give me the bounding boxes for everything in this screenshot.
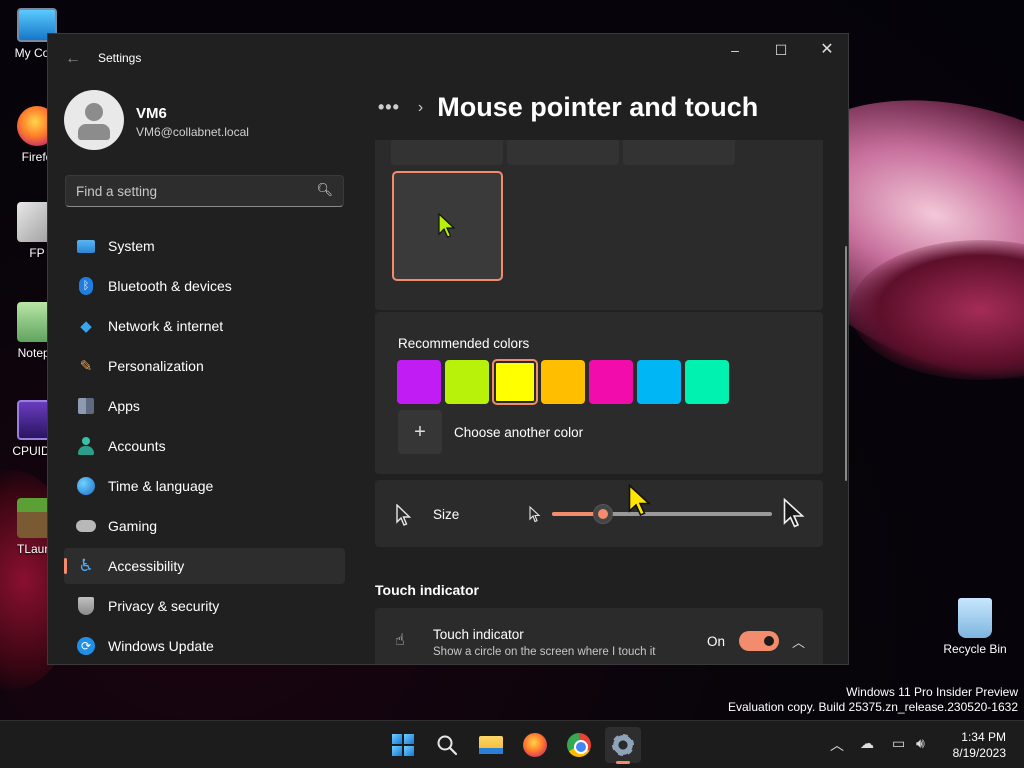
onedrive-cloud-icon[interactable]: ☁︎ (860, 735, 874, 752)
small-pointer-icon (529, 506, 541, 523)
profile-email: VM6@collabnet.local (136, 125, 249, 139)
sidebar-item-gaming[interactable]: Gaming (64, 508, 345, 544)
network-tray-icon[interactable]: ▭ (892, 735, 905, 752)
pointer-style-tile-inverted[interactable] (623, 140, 735, 165)
taskbar-firefox[interactable] (517, 727, 553, 763)
sidebar-item-system[interactable]: System (64, 228, 345, 264)
sidebar-item-time-language[interactable]: Time & language (64, 468, 345, 504)
size-slider[interactable] (552, 504, 772, 524)
color-swatch[interactable] (541, 360, 585, 404)
pointer-style-tile-black[interactable] (507, 140, 619, 165)
sidebar-item-apps[interactable]: Apps (64, 388, 345, 424)
minimize-button[interactable]: – (712, 34, 758, 66)
slider-thumb[interactable] (592, 504, 613, 524)
start-icon (392, 734, 414, 756)
brush-icon: ✎ (79, 358, 93, 375)
sidebar-item-accounts[interactable]: Accounts (64, 428, 345, 464)
breadcrumb: ••• › Mouse pointer and touch (378, 92, 758, 123)
show-hidden-icons-chevron-icon[interactable]: ︿ (830, 735, 844, 755)
settings-window: ← Settings – ☐ ✕ VM6 VM6@collabnet.local… (47, 33, 849, 665)
color-swatch[interactable] (492, 359, 538, 405)
search-icon (437, 735, 458, 756)
plus-icon: + (398, 410, 442, 454)
volume-icon[interactable]: 🔊︎ (916, 735, 925, 752)
taskbar: ︿ ☁︎ ▭ 🔊︎ 1:34 PM 8/19/2023 (0, 720, 1024, 768)
accounts-icon (78, 437, 94, 455)
network-icon: ◆ (80, 318, 92, 335)
search-input[interactable] (66, 176, 306, 206)
sidebar-nav: System ᛒ Bluetooth & devices ◆ Network &… (64, 228, 345, 664)
taskbar-search-button[interactable] (429, 727, 465, 763)
firefox-icon (523, 733, 547, 757)
globe-icon (77, 477, 95, 495)
toggle-state-label: On (707, 634, 726, 649)
choose-another-color-button[interactable]: + Choose another color (398, 410, 583, 454)
touch-hand-icon: ☝︎ (395, 632, 405, 649)
touch-indicator-section-title: Touch indicator (375, 582, 479, 598)
chevron-up-icon[interactable]: ︿ (792, 632, 805, 651)
update-icon: ⟳ (77, 637, 95, 655)
custom-pointer-icon (438, 213, 456, 238)
avatar[interactable] (64, 90, 124, 150)
size-label: Size (433, 507, 460, 522)
color-swatch[interactable] (445, 360, 489, 404)
taskbar-file-explorer[interactable] (473, 727, 509, 763)
close-button[interactable]: ✕ (804, 34, 848, 66)
pointer-style-tile-custom[interactable] (392, 171, 503, 281)
profile-name: VM6 (136, 105, 167, 122)
settings-icon (612, 734, 634, 756)
taskbar-chrome[interactable] (561, 727, 597, 763)
scrollbar[interactable] (845, 246, 847, 481)
color-swatch[interactable] (397, 360, 441, 404)
maximize-button[interactable]: ☐ (758, 34, 804, 66)
accessibility-icon: ♿︎ (78, 556, 94, 575)
shield-icon (78, 597, 94, 615)
search-icon[interactable]: 🔍︎ (316, 182, 333, 198)
color-swatches (397, 359, 729, 405)
desktop-icon-recycle-bin[interactable]: Recycle Bin (936, 598, 1014, 656)
apps-icon (78, 398, 94, 414)
bluetooth-icon: ᛒ (79, 277, 93, 295)
touch-indicator-title: Touch indicator (433, 627, 524, 642)
recommended-colors-label: Recommended colors (398, 336, 530, 351)
chrome-icon (567, 733, 591, 757)
sidebar-item-bluetooth[interactable]: ᛒ Bluetooth & devices (64, 268, 345, 304)
sidebar-item-privacy[interactable]: Privacy & security (64, 588, 345, 624)
sidebar-item-network[interactable]: ◆ Network & internet (64, 308, 345, 344)
system-icon (77, 239, 95, 253)
build-watermark: Windows 11 Pro Insider Preview Evaluatio… (728, 685, 1018, 714)
gamepad-icon (76, 520, 96, 532)
system-clock[interactable]: 1:34 PM 8/19/2023 (953, 729, 1006, 761)
sidebar-item-windows-update[interactable]: ⟳ Windows Update (64, 628, 345, 664)
color-swatch[interactable] (685, 360, 729, 404)
search-box[interactable]: 🔍︎ (65, 175, 344, 207)
window-title: Settings (98, 51, 142, 65)
mouse-cursor (628, 484, 652, 517)
title-bar[interactable]: ← Settings – ☐ ✕ (48, 34, 848, 82)
color-swatch[interactable] (589, 360, 633, 404)
page-title: Mouse pointer and touch (437, 92, 759, 122)
taskbar-settings[interactable] (605, 727, 641, 764)
large-pointer-icon (783, 498, 805, 528)
back-arrow-icon[interactable]: ← (62, 48, 84, 70)
chevron-right-icon: › (417, 98, 424, 116)
breadcrumb-more-button[interactable]: ••• (378, 97, 400, 118)
file-explorer-icon (479, 736, 503, 754)
start-button[interactable] (385, 727, 421, 763)
touch-indicator-description: Show a circle on the screen where I touc… (433, 646, 656, 658)
pointer-size-icon (396, 504, 412, 526)
recycle-bin-icon (958, 598, 992, 638)
color-swatch[interactable] (637, 360, 681, 404)
touch-indicator-toggle[interactable] (739, 631, 779, 651)
sidebar-item-personalization[interactable]: ✎ Personalization (64, 348, 345, 384)
pointer-style-tile-white[interactable] (391, 140, 503, 165)
sidebar-item-accessibility[interactable]: ♿︎ Accessibility (64, 548, 345, 584)
